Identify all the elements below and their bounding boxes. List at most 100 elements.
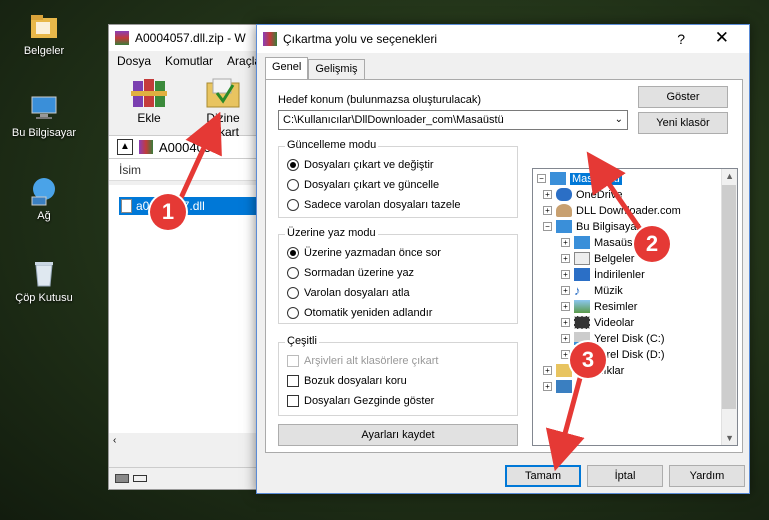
books-icon bbox=[129, 75, 169, 109]
save-settings-button[interactable]: Ayarları kaydet bbox=[278, 424, 518, 446]
collapse-icon[interactable]: − bbox=[543, 222, 552, 231]
dialog-tabs: Genel Gelişmiş bbox=[265, 57, 365, 79]
expand-icon[interactable]: + bbox=[561, 334, 570, 343]
desktop-icon bbox=[550, 172, 566, 185]
callout-2: 2 bbox=[634, 226, 670, 262]
tree-node-label: Yerel Disk (C:) bbox=[594, 332, 665, 345]
radio[interactable] bbox=[287, 267, 299, 279]
misc-title: Çeşitli bbox=[285, 335, 319, 347]
misc-option-show-in-explorer[interactable]: Dosyaları Gezginde göster bbox=[287, 395, 434, 407]
extract-to-button[interactable]: Dizine Çıkart bbox=[191, 75, 255, 139]
radio[interactable] bbox=[287, 307, 299, 319]
expand-icon[interactable]: + bbox=[561, 254, 570, 263]
menu-file[interactable]: Dosya bbox=[117, 54, 151, 68]
radio[interactable] bbox=[287, 179, 299, 191]
up-folder-icon[interactable]: ▲ bbox=[117, 139, 133, 155]
general-tab-panel: Hedef konum (bulunmazsa oluşturulacak) C… bbox=[265, 79, 743, 453]
music-icon: ♪ bbox=[574, 283, 581, 298]
tree-node-pictures[interactable]: + Resimler bbox=[561, 299, 637, 314]
update-option-refresh-existing[interactable]: Sadece varolan dosyaları tazele bbox=[287, 199, 461, 211]
dialog-app-icon bbox=[263, 32, 277, 46]
ok-button[interactable]: Tamam bbox=[505, 465, 581, 487]
recycle-bin-icon bbox=[28, 257, 60, 289]
folder-icon bbox=[28, 10, 60, 42]
help-icon[interactable]: ? bbox=[677, 31, 685, 47]
tree-node-disk-c[interactable]: + Yerel Disk (C:) bbox=[561, 331, 665, 346]
tree-node-pc-desktop[interactable]: + Masaüstü bbox=[561, 235, 642, 250]
close-icon[interactable]: ✕ bbox=[715, 28, 729, 48]
overwrite-option-skip[interactable]: Varolan dosyaları atla bbox=[287, 287, 410, 299]
desktop-icon-this-pc[interactable]: Bu Bilgisayar bbox=[6, 92, 82, 139]
update-option-extract-update[interactable]: Dosyaları çıkart ve güncelle bbox=[287, 179, 439, 191]
tree-node-desktop-root[interactable]: − Masaüstü bbox=[537, 171, 622, 186]
extract-folder-icon bbox=[203, 75, 243, 109]
expand-icon[interactable]: + bbox=[543, 366, 552, 375]
add-label: Ekle bbox=[137, 111, 161, 125]
dialog-titlebar[interactable]: Çıkartma yolu ve seçenekleri ? ✕ bbox=[257, 25, 749, 53]
tree-node-documents[interactable]: + Belgeler bbox=[561, 251, 634, 266]
desktop-icon-recycle-bin[interactable]: Çöp Kutusu bbox=[6, 257, 82, 304]
radio-selected[interactable] bbox=[287, 247, 299, 259]
tree-node-network[interactable]: + bbox=[543, 379, 576, 394]
extraction-dialog: Çıkartma yolu ve seçenekleri ? ✕ Genel G… bbox=[256, 24, 750, 494]
tab-general[interactable]: Genel bbox=[265, 57, 309, 79]
desktop-icon-network[interactable]: Ağ bbox=[6, 175, 82, 222]
new-folder-button[interactable]: Yeni klasör bbox=[638, 112, 728, 134]
winrar-app-icon bbox=[115, 31, 129, 45]
tree-node-downloads[interactable]: + İndirilenler bbox=[561, 267, 645, 282]
expand-icon[interactable]: + bbox=[561, 286, 570, 295]
radio[interactable] bbox=[287, 287, 299, 299]
checkbox bbox=[287, 355, 299, 367]
desktop-icon-documents[interactable]: Belgeler bbox=[6, 10, 82, 57]
winrar-path: A0004057 bbox=[159, 139, 219, 155]
expand-icon[interactable]: + bbox=[561, 318, 570, 327]
film-icon bbox=[574, 316, 590, 329]
tree-node-this-pc[interactable]: − Bu Bilgisayar bbox=[543, 219, 640, 234]
tab-advanced[interactable]: Gelişmiş bbox=[308, 59, 365, 79]
desktop-icon-label: Belgeler bbox=[23, 45, 65, 57]
network-icon bbox=[28, 175, 60, 207]
scroll-down-icon[interactable]: ▼ bbox=[725, 433, 734, 443]
overwrite-option-rename[interactable]: Otomatik yeniden adlandır bbox=[287, 307, 432, 319]
tree-node-onedrive[interactable]: + OneDrive bbox=[543, 187, 622, 202]
callout-1: 1 bbox=[150, 194, 186, 230]
option-label: Sormadan üzerine yaz bbox=[304, 267, 415, 279]
expand-icon[interactable]: + bbox=[543, 382, 552, 391]
tree-node-videos[interactable]: + Videolar bbox=[561, 315, 634, 330]
overwrite-option-without-prompt[interactable]: Sormadan üzerine yaz bbox=[287, 267, 414, 279]
collapse-icon[interactable]: − bbox=[537, 174, 546, 183]
destination-path-combo[interactable]: C:\Kullanıcılar\DllDownloader_com\Masaüs… bbox=[278, 110, 628, 130]
help-button[interactable]: Yardım bbox=[669, 465, 745, 487]
user-icon bbox=[556, 204, 572, 217]
misc-group: Çeşitli Arşivleri alt klasörlere çıkart … bbox=[278, 335, 518, 416]
misc-option-keep-broken[interactable]: Bozuk dosyaları koru bbox=[287, 375, 407, 387]
tree-scrollbar[interactable]: ▲ ▼ bbox=[721, 169, 737, 445]
expand-icon[interactable]: + bbox=[561, 350, 570, 359]
checkbox[interactable] bbox=[287, 395, 299, 407]
pictures-icon bbox=[574, 300, 590, 313]
network-icon bbox=[556, 380, 572, 393]
show-button[interactable]: Göster bbox=[638, 86, 728, 108]
tree-node-user[interactable]: + DLL Downloader.com bbox=[543, 203, 681, 218]
checkbox[interactable] bbox=[287, 375, 299, 387]
file-row[interactable]: a0004057.dll bbox=[119, 197, 261, 215]
add-button[interactable]: Ekle bbox=[117, 75, 181, 131]
radio-selected[interactable] bbox=[287, 159, 299, 171]
desktop-icon-label: Bu Bilgisayar bbox=[11, 127, 77, 139]
expand-icon[interactable]: + bbox=[561, 302, 570, 311]
option-label: Varolan dosyaları atla bbox=[304, 287, 410, 299]
radio[interactable] bbox=[287, 199, 299, 211]
expand-icon[interactable]: + bbox=[561, 238, 570, 247]
update-option-extract-replace[interactable]: Dosyaları çıkart ve değiştir bbox=[287, 159, 434, 171]
expand-icon[interactable]: + bbox=[543, 190, 552, 199]
overwrite-option-ask[interactable]: Üzerine yazmadan önce sor bbox=[287, 247, 441, 259]
expand-icon[interactable]: + bbox=[543, 206, 552, 215]
menu-commands[interactable]: Komutlar bbox=[165, 54, 213, 68]
chevron-down-icon[interactable]: ⌄ bbox=[615, 111, 623, 129]
scroll-up-icon[interactable]: ▲ bbox=[725, 171, 734, 181]
scroll-thumb[interactable] bbox=[722, 185, 736, 409]
callout-3: 3 bbox=[570, 342, 606, 378]
expand-icon[interactable]: + bbox=[561, 270, 570, 279]
tree-node-music[interactable]: + ♪ Müzik bbox=[561, 283, 623, 298]
cancel-button[interactable]: İptal bbox=[587, 465, 663, 487]
